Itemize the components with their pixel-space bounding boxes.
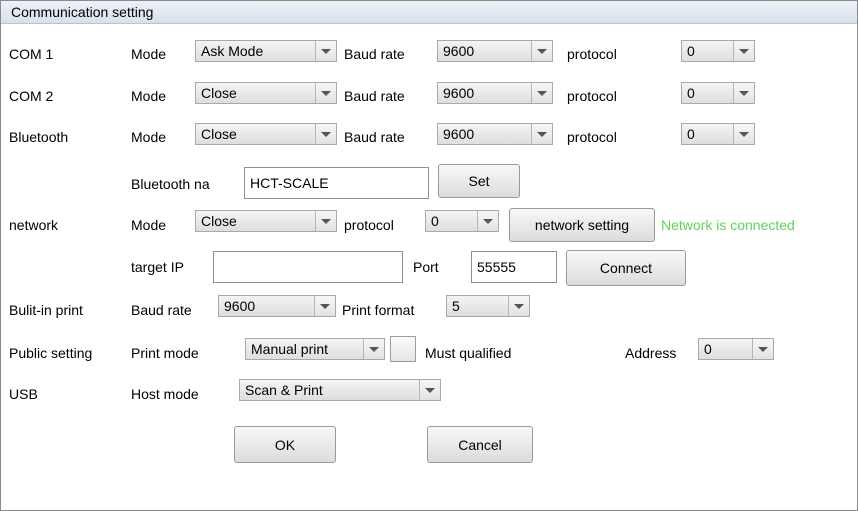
network-protocol-select[interactable]: 0 xyxy=(425,210,499,232)
chevron-down-icon xyxy=(531,83,552,103)
chevron-down-icon xyxy=(531,41,552,61)
network-setting-button[interactable]: network setting xyxy=(509,208,655,242)
usb-label: USB xyxy=(9,386,38,402)
bluetooth-name-label: Bluetooth na xyxy=(131,176,210,192)
address-label: Address xyxy=(625,345,677,361)
bluetooth-protocol-label: protocol xyxy=(567,129,617,145)
chevron-down-icon xyxy=(733,83,754,103)
bluetooth-set-button[interactable]: Set xyxy=(438,164,520,198)
com1-mode-label: Mode xyxy=(131,46,167,62)
com1-protocol-label: protocol xyxy=(567,46,617,62)
chevron-down-icon xyxy=(531,124,552,144)
network-mode-select[interactable]: Close xyxy=(195,210,337,232)
must-qualified-label: Must qualified xyxy=(425,345,512,361)
chevron-down-icon xyxy=(315,124,336,144)
target-ip-input[interactable] xyxy=(213,251,403,283)
print-mode-label: Print mode xyxy=(131,345,199,361)
chevron-down-icon xyxy=(477,211,498,231)
connect-button[interactable]: Connect xyxy=(566,250,686,286)
chevron-down-icon xyxy=(419,380,440,400)
network-protocol-label: protocol xyxy=(344,217,394,233)
bluetooth-label: Bluetooth xyxy=(9,129,69,145)
com2-mode-select[interactable]: Close xyxy=(195,82,337,104)
chevron-down-icon xyxy=(733,124,754,144)
port-input[interactable] xyxy=(471,251,557,283)
bluetooth-baud-select[interactable]: 9600 xyxy=(437,123,553,145)
chevron-down-icon xyxy=(315,211,336,231)
bluetooth-mode-select[interactable]: Close xyxy=(195,123,337,145)
print-mode-select[interactable]: Manual print xyxy=(245,338,385,360)
network-mode-label: Mode xyxy=(131,217,167,233)
builtin-print-label: Bulit-in print xyxy=(9,302,83,318)
bluetooth-protocol-select[interactable]: 0 xyxy=(681,123,755,145)
cancel-button[interactable]: Cancel xyxy=(427,426,533,463)
print-format-select[interactable]: 5 xyxy=(446,295,530,317)
com1-baud-label: Baud rate xyxy=(344,46,405,62)
title-bar: Communication setting xyxy=(1,1,857,24)
bluetooth-name-input[interactable] xyxy=(244,167,429,199)
bluetooth-baud-label: Baud rate xyxy=(344,129,405,145)
chevron-down-icon xyxy=(752,339,773,359)
must-qualified-checkbox[interactable] xyxy=(390,336,416,362)
ok-button[interactable]: OK xyxy=(234,426,336,463)
host-mode-select[interactable]: Scan & Print xyxy=(239,379,441,401)
com1-mode-select[interactable]: Ask Mode xyxy=(195,40,337,62)
host-mode-label: Host mode xyxy=(131,386,199,402)
com1-label: COM 1 xyxy=(9,46,54,62)
network-label: network xyxy=(9,217,59,233)
chevron-down-icon xyxy=(733,41,754,61)
network-status-text: Network is connected xyxy=(661,217,795,233)
chevron-down-icon xyxy=(315,83,336,103)
window-title: Communication setting xyxy=(11,4,154,20)
com2-baud-label: Baud rate xyxy=(344,88,405,104)
chevron-down-icon xyxy=(314,296,335,316)
builtin-baud-select[interactable]: 9600 xyxy=(218,295,336,317)
com2-label: COM 2 xyxy=(9,88,54,104)
bluetooth-mode-label: Mode xyxy=(131,129,167,145)
com2-baud-select[interactable]: 9600 xyxy=(437,82,553,104)
print-format-label: Print format xyxy=(342,302,415,318)
address-select[interactable]: 0 xyxy=(698,338,774,360)
chevron-down-icon xyxy=(315,41,336,61)
target-ip-label: target IP xyxy=(131,259,184,275)
chevron-down-icon xyxy=(363,339,384,359)
builtin-baud-label: Baud rate xyxy=(131,302,192,318)
com1-baud-select[interactable]: 9600 xyxy=(437,40,553,62)
communication-setting-dialog: Communication setting COM 1 Mode Ask Mod… xyxy=(0,0,858,511)
public-setting-label: Public setting xyxy=(9,345,93,361)
com2-mode-label: Mode xyxy=(131,88,167,104)
com1-protocol-select[interactable]: 0 xyxy=(681,40,755,62)
com2-protocol-select[interactable]: 0 xyxy=(681,82,755,104)
chevron-down-icon xyxy=(508,296,529,316)
port-label: Port xyxy=(413,259,439,275)
com2-protocol-label: protocol xyxy=(567,88,617,104)
